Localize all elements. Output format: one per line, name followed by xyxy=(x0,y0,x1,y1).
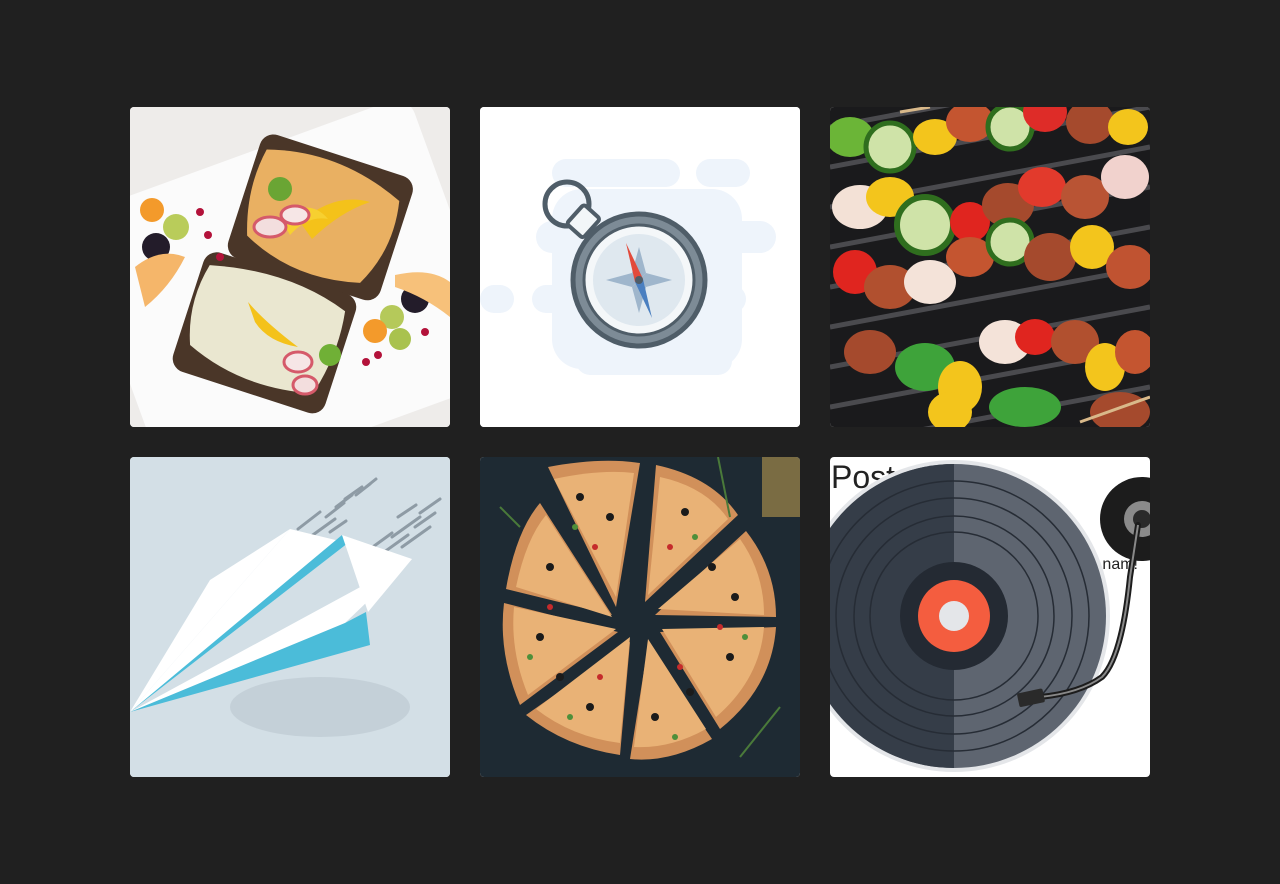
vinyl-image xyxy=(830,460,1150,772)
toast-image xyxy=(130,107,450,427)
pizza-image xyxy=(480,457,800,777)
image-card-compass[interactable] xyxy=(480,107,800,427)
image-card-kebabs[interactable] xyxy=(830,107,1150,427)
image-card-vinyl[interactable]: Post ctetu n nam! xyxy=(830,457,1150,777)
compass-image xyxy=(480,107,800,427)
paper-plane-image xyxy=(130,457,450,777)
image-grid: Post ctetu n nam! xyxy=(130,107,1150,777)
image-card-toast[interactable] xyxy=(130,107,450,427)
kebabs-image xyxy=(830,107,1150,427)
image-card-pizza[interactable] xyxy=(480,457,800,777)
image-card-paper-plane[interactable] xyxy=(130,457,450,777)
